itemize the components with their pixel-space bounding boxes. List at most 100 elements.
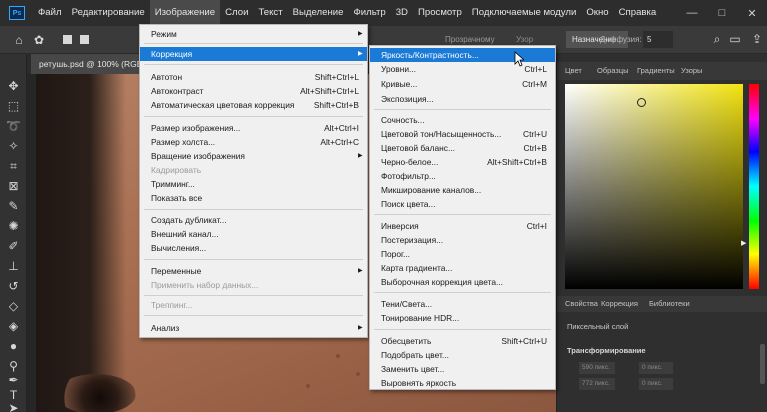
tab-color[interactable]: Цвет: [565, 62, 582, 80]
y-field[interactable]: 0 пикс.: [639, 378, 673, 390]
panel-scrollbar[interactable]: [760, 344, 765, 384]
submenu-arrow-icon: ▶: [358, 325, 363, 331]
menu-item-auto-color[interactable]: Автоматическая цветовая коррекция Shift+…: [140, 98, 367, 112]
menu-separator: [374, 109, 551, 110]
share-icon[interactable]: ⇪: [746, 32, 767, 46]
menu-separator: [144, 43, 363, 44]
eraser-tool-icon[interactable]: ◇: [5, 298, 22, 315]
history-brush-tool-icon[interactable]: ↺: [5, 278, 22, 295]
menu-separator: [374, 214, 551, 215]
menu-item-shadows-highlights[interactable]: Тени/Света...: [370, 297, 555, 311]
menu-item-channel-mixer[interactable]: Микширование каналов...: [370, 183, 555, 197]
photoshop-logo-icon: Ps: [9, 6, 25, 20]
crop-tool-icon[interactable]: ⌗: [5, 158, 22, 175]
healing-brush-tool-icon[interactable]: ✺: [5, 218, 22, 235]
menu-item-invert[interactable]: Инверсия Ctrl+I: [370, 219, 555, 233]
x-field[interactable]: 0 пикс.: [639, 362, 673, 374]
maximize-button[interactable]: □: [707, 0, 737, 26]
menu-help[interactable]: Справка: [614, 0, 662, 26]
menu-item-exposure[interactable]: Экспозиция...: [370, 92, 555, 106]
menu-item-auto-contrast[interactable]: Автоконтраст Alt+Shift+Ctrl+L: [140, 84, 367, 98]
menu-item-levels[interactable]: Уровни... Ctrl+L: [370, 62, 555, 76]
menu-item-variables[interactable]: Переменные ▶: [140, 264, 367, 278]
menu-item-apply-image[interactable]: Внешний канал...: [140, 227, 367, 241]
document-tab[interactable]: ретушь.psd @ 100% (RGB/8*): [31, 54, 141, 74]
menu-item-auto-tone[interactable]: Автотон Shift+Ctrl+L: [140, 70, 367, 84]
menu-item-hdr-toning[interactable]: Тонирование HDR...: [370, 311, 555, 325]
magic-wand-tool-icon[interactable]: ✧: [5, 138, 22, 155]
blur-tool-icon[interactable]: ●: [5, 338, 22, 355]
tab-properties[interactable]: Свойства: [565, 296, 598, 312]
photo-eye: [56, 374, 136, 412]
menu-item-brightness-contrast[interactable]: Яркость/Контрастность...: [370, 48, 555, 62]
gradient-tool-icon[interactable]: ◈: [5, 318, 22, 335]
close-button[interactable]: ✕: [737, 0, 767, 26]
menu-item-equalize[interactable]: Выровнять яркость: [370, 376, 555, 390]
menu-separator: [144, 295, 363, 296]
home-icon[interactable]: ⌂: [8, 33, 30, 47]
menu-item-image-rotation[interactable]: Вращение изображения ▶: [140, 149, 367, 163]
menu-item-analysis[interactable]: Анализ ▶: [140, 321, 367, 335]
color-picker-field[interactable]: [565, 84, 743, 289]
menu-item-image-size[interactable]: Размер изображения... Alt+Ctrl+I: [140, 121, 367, 135]
menu-item-color-lookup[interactable]: Поиск цвета...: [370, 197, 555, 211]
stamp-tool-icon[interactable]: ⊥: [5, 258, 22, 275]
menu-select[interactable]: Выделение: [288, 0, 349, 26]
brush-tool-icon[interactable]: ✐: [5, 238, 22, 255]
menu-item-gradient-map[interactable]: Карта градиента...: [370, 261, 555, 275]
menu-item-calculations[interactable]: Вычисления...: [140, 241, 367, 255]
marquee-tool-icon[interactable]: ⬚: [5, 98, 22, 115]
eyedropper-tool-icon[interactable]: ✎: [5, 198, 22, 215]
menu-window[interactable]: Окно: [581, 0, 613, 26]
menu-layers[interactable]: Слои: [220, 0, 253, 26]
menu-item-black-white[interactable]: Черно-белое... Alt+Shift+Ctrl+B: [370, 155, 555, 169]
menu-separator: [144, 315, 363, 316]
hue-slider[interactable]: [749, 84, 759, 289]
menu-item-reveal-all[interactable]: Показать все: [140, 191, 367, 205]
tab-libraries[interactable]: Библиотеки: [649, 296, 690, 312]
selection-mode-new-icon[interactable]: [63, 35, 72, 44]
menu-item-hue-saturation[interactable]: Цветовой тон/Насыщенность... Ctrl+U: [370, 127, 555, 141]
hue-slider-arrow-icon[interactable]: ▶: [741, 239, 746, 247]
menu-image[interactable]: Изображение: [149, 0, 221, 26]
menu-item-mode[interactable]: Режим ▶: [140, 27, 367, 41]
menu-item-selective-color[interactable]: Выборочная коррекция цвета...: [370, 275, 555, 289]
diffusion-value-field[interactable]: 5: [643, 31, 673, 48]
brush-preset-icon[interactable]: ✿: [28, 33, 50, 47]
tab-swatches[interactable]: Образцы: [597, 62, 629, 80]
menu-view[interactable]: Просмотр: [413, 0, 467, 26]
menu-item-duplicate[interactable]: Создать дубликат...: [140, 213, 367, 227]
tab-gradients[interactable]: Градиенты: [637, 62, 675, 80]
lasso-tool-icon[interactable]: ➰: [5, 118, 22, 135]
menu-separator: [144, 64, 363, 65]
height-field[interactable]: 772 пикс.: [579, 378, 615, 390]
menu-edit[interactable]: Редактирование: [67, 0, 150, 26]
menu-item-adjustments[interactable]: Коррекция ▶: [140, 47, 367, 61]
menu-plugins[interactable]: Подключаемые модули: [467, 0, 582, 26]
tab-patterns[interactable]: Узоры: [681, 62, 702, 80]
menu-item-photo-filter[interactable]: Фотофильтр...: [370, 169, 555, 183]
menu-item-posterize[interactable]: Постеризация...: [370, 233, 555, 247]
menu-item-vibrance[interactable]: Сочность...: [370, 113, 555, 127]
menu-item-color-balance[interactable]: Цветовой баланс... Ctrl+B: [370, 141, 555, 155]
menu-item-canvas-size[interactable]: Размер холста... Alt+Ctrl+C: [140, 135, 367, 149]
tab-adjustments[interactable]: Коррекция: [601, 296, 638, 312]
menu-3d[interactable]: 3D: [391, 0, 413, 26]
menu-item-threshold[interactable]: Порог...: [370, 247, 555, 261]
menu-filter[interactable]: Фильтр: [348, 0, 390, 26]
workspace-icon[interactable]: ▭: [724, 32, 746, 46]
minimize-button[interactable]: —: [677, 0, 707, 26]
menu-text[interactable]: Текст: [253, 0, 287, 26]
menu-item-desaturate[interactable]: Обесцветить Shift+Ctrl+U: [370, 334, 555, 348]
menu-item-match-color[interactable]: Подобрать цвет...: [370, 348, 555, 362]
selection-mode-add-icon[interactable]: [80, 35, 89, 44]
menu-item-trim[interactable]: Тримминг...: [140, 177, 367, 191]
width-field[interactable]: 590 пикс.: [579, 362, 615, 374]
menu-file[interactable]: Файл: [33, 0, 67, 26]
menu-item-curves[interactable]: Кривые... Ctrl+M: [370, 77, 555, 91]
move-tool-icon[interactable]: ✥: [5, 78, 22, 95]
color-picker-marker[interactable]: [637, 98, 646, 107]
path-selection-tool-icon[interactable]: ➤: [5, 400, 22, 412]
menu-item-replace-color[interactable]: Заменить цвет...: [370, 362, 555, 376]
frame-tool-icon[interactable]: ⊠: [5, 178, 22, 195]
